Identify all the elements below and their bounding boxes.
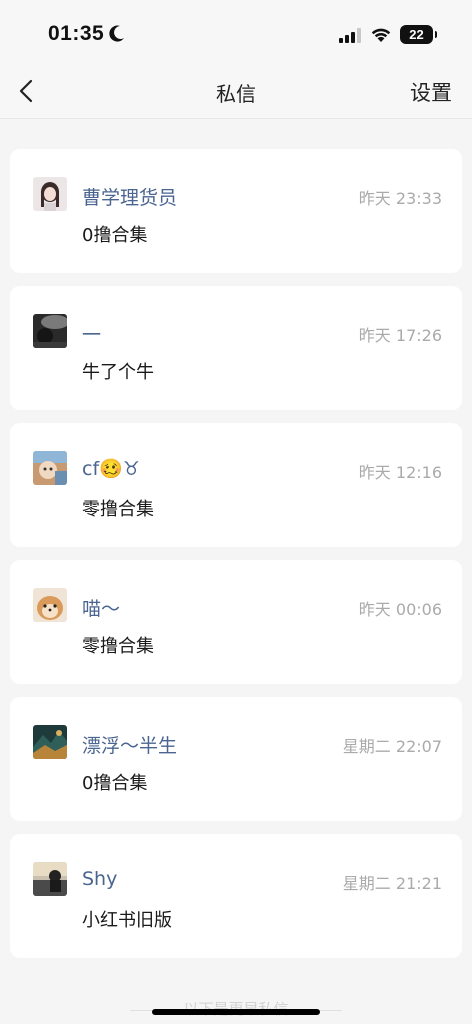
dark-photo-avatar[interactable]: [33, 314, 67, 348]
contact-name: 一: [82, 324, 102, 346]
page-title: 私信: [216, 82, 256, 106]
moon-icon: [109, 25, 124, 42]
dog-avatar[interactable]: [33, 588, 67, 622]
landscape-avatar[interactable]: [33, 725, 67, 759]
wifi-icon: [371, 28, 391, 42]
navigation-bar: 私信 设置: [0, 66, 472, 119]
message-time: 星期二 21:21: [342, 874, 442, 893]
contact-name: 曹学理货员: [82, 187, 178, 209]
contact-name: 漂浮～半生: [82, 735, 178, 757]
sunset-avatar[interactable]: [33, 862, 67, 896]
message-item[interactable]: 漂浮～半生 星期二 22:07 0撸合集: [10, 697, 462, 821]
status-time: 01:35: [48, 22, 105, 45]
status-bar: 01:35 22: [0, 0, 472, 66]
message-preview: 小红书旧版: [82, 910, 172, 931]
message-time: 昨天 17:26: [358, 326, 442, 345]
message-preview: 零撸合集: [82, 636, 154, 657]
contact-name: Shy: [82, 868, 118, 890]
cellular-signal-icon: [339, 28, 361, 43]
message-time: 昨天 00:06: [358, 600, 442, 619]
message-list: 曹学理货员 昨天 23:33 0撸合集 一 昨天 17:26 牛了个牛 cf🥴♉…: [10, 149, 462, 971]
battery-indicator: 22: [400, 25, 433, 44]
message-time: 星期二 22:07: [342, 737, 442, 756]
anime-girl-avatar[interactable]: [33, 177, 67, 211]
message-time: 昨天 23:33: [358, 189, 442, 208]
message-preview: 零撸合集: [82, 499, 154, 520]
message-item[interactable]: 曹学理货员 昨天 23:33 0撸合集: [10, 149, 462, 273]
message-preview: 0撸合集: [82, 773, 148, 794]
contact-name: 喵～: [82, 598, 121, 620]
battery-cap: [435, 31, 437, 38]
message-preview: 0撸合集: [82, 225, 148, 246]
settings-button[interactable]: 设置: [410, 77, 452, 107]
message-preview: 牛了个牛: [82, 362, 154, 383]
contact-name: cf🥴♉: [82, 458, 140, 480]
message-item[interactable]: 一 昨天 17:26 牛了个牛: [10, 286, 462, 410]
message-item[interactable]: 喵～ 昨天 00:06 零撸合集: [10, 560, 462, 684]
message-item[interactable]: Shy 星期二 21:21 小红书旧版: [10, 834, 462, 958]
message-time: 昨天 12:16: [358, 463, 442, 482]
home-indicator[interactable]: [152, 1009, 320, 1015]
message-item[interactable]: cf🥴♉ 昨天 12:16 零撸合集: [10, 423, 462, 547]
cartoon-avatar[interactable]: [33, 451, 67, 485]
